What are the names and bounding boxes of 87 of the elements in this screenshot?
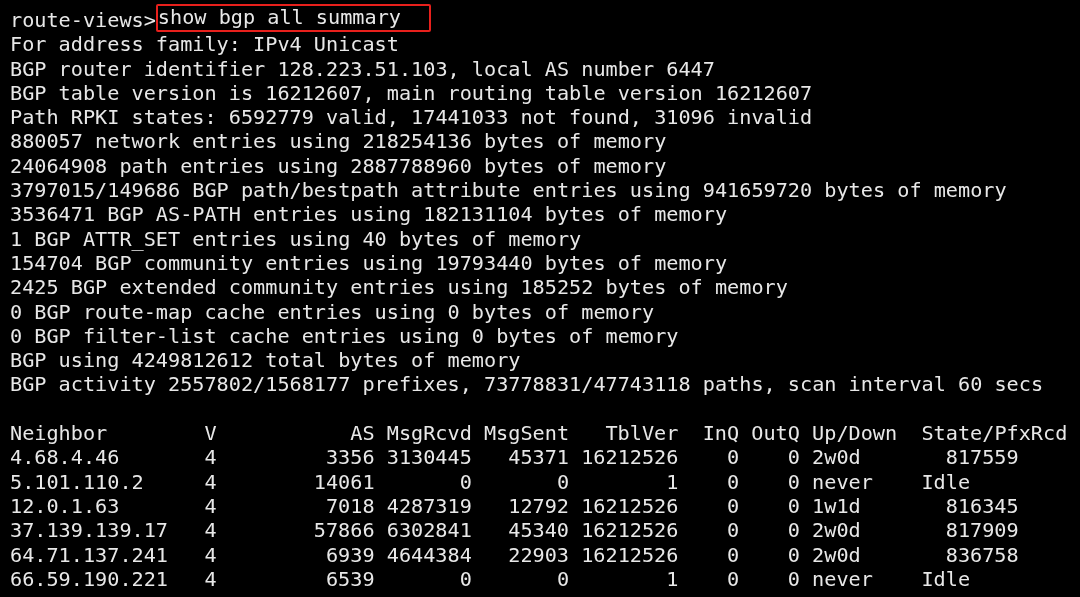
output-line: 3797015/149686 BGP path/bestpath attribute entries using 941659720 bytes of memory <box>10 178 1007 203</box>
table-cell: 16212526 <box>581 518 679 543</box>
table-cell: 0 <box>727 542 740 567</box>
column-header: AS <box>350 421 375 446</box>
table-cell: 4 <box>204 493 217 518</box>
table-cell: 1 <box>666 469 679 494</box>
table-cell: 7018 <box>325 493 375 518</box>
output-line: BGP activity 2557802/1568177 prefixes, 73778831/47743118 paths, scan interval 60 secs <box>10 372 1044 397</box>
table-cell: never <box>812 566 873 591</box>
output-line: 154704 BGP community entries using 19793440 bytes of memory <box>10 250 728 276</box>
column-header: OutQ <box>751 421 800 446</box>
table-cell: never <box>812 469 873 494</box>
table-cell: 4287319 <box>386 493 472 518</box>
column-header: Up/Down <box>812 421 898 446</box>
table-cell: 0 <box>727 493 740 518</box>
table-cell: 0 <box>727 566 740 591</box>
table-cell: 3130445 <box>386 445 472 470</box>
table-cell: 0 <box>459 469 472 494</box>
table-cell: 4 <box>204 566 217 591</box>
command-text: show bgp all summary <box>155 4 431 32</box>
table-cell: 4644384 <box>386 542 472 567</box>
output-line: For address family: IPv4 Unicast <box>10 32 399 57</box>
table-cell: 66.59.190.221 <box>10 566 168 591</box>
table-cell: 12792 <box>508 493 570 518</box>
table-cell: 45371 <box>508 445 570 470</box>
column-header: MsgRcvd <box>386 421 472 446</box>
table-cell: 4 <box>204 445 217 470</box>
table-cell: 64.71.137.241 <box>10 542 168 567</box>
table-cell: 37.139.139.17 <box>10 518 168 543</box>
table-cell: 0 <box>787 469 800 494</box>
output-line: 0 BGP route-map cache entries using 0 bytes of memory <box>10 299 655 324</box>
table-cell: 0 <box>727 518 740 543</box>
column-header: State/PfxRcd <box>921 421 1068 446</box>
table-cell-text: 816345 <box>944 493 1019 518</box>
table-cell: 0 <box>787 518 800 543</box>
table-cell: 4.68.4.46 <box>10 445 120 470</box>
table-cell: Idle <box>921 469 971 494</box>
output-line: BGP router identifier 128.223.51.103, local AS number 6447 <box>10 56 715 81</box>
table-cell: 5.101.110.2 <box>10 469 144 494</box>
output-line: 880057 network entries using 218254136 bytes of memory <box>10 129 667 154</box>
table-cell: 0 <box>727 445 740 470</box>
table-cell: 0 <box>787 566 800 591</box>
table-cell: 0 <box>727 469 740 494</box>
table-cell: 4 <box>204 469 217 494</box>
table-cell: 4 <box>204 518 217 543</box>
table-cell: 12.0.1.63 <box>10 493 120 518</box>
table-cell-text: 817559 <box>944 445 1019 470</box>
output-line: 2425 BGP extended community entries using 185252 bytes of memory <box>10 275 788 300</box>
column-header: Neighbor <box>10 421 108 446</box>
output-line: BGP using 4249812612 total bytes of memory <box>10 348 521 373</box>
table-cell: 14061 <box>313 469 375 494</box>
table-cell: 0 <box>787 542 800 567</box>
output-line: 3536471 BGP AS-PATH entries using 182131104 bytes of memory <box>10 202 728 227</box>
table-cell: 16212526 <box>581 445 679 470</box>
output-line: 0 BGP filter-list cache entries using 0 bytes of memory <box>10 323 679 349</box>
output-line: 24064908 path entries using 2887788960 bytes of memory <box>10 153 667 179</box>
table-cell: 16212526 <box>581 542 679 567</box>
column-header: InQ <box>702 421 740 446</box>
table-cell-text: 817909 <box>944 518 1019 543</box>
output-line: 1 BGP ATTR_SET entries using 40 bytes of memory <box>10 226 582 251</box>
table-cell: 0 <box>787 445 800 470</box>
table-cell: 0 <box>787 493 800 518</box>
column-header: V <box>204 421 217 446</box>
table-cell: Idle <box>921 566 971 591</box>
output-line: Path RPKI states: 6592779 valid, 17441033 not found, 31096 invalid <box>10 105 813 130</box>
table-cell: 2w0d <box>812 542 861 567</box>
table-cell: 6939 <box>325 542 375 567</box>
table-cell-text: 836758 <box>944 542 1019 567</box>
table-cell: 57866 <box>313 518 375 543</box>
table-cell: 4 <box>204 542 217 567</box>
table-cell: 1 <box>666 566 679 591</box>
table-cell: 22903 <box>508 542 570 567</box>
column-header: MsgSent <box>483 421 570 446</box>
table-cell: 2w0d <box>812 445 861 470</box>
prompt: route-views> <box>10 8 156 33</box>
table-cell: 6302841 <box>386 518 472 543</box>
table-cell: 45340 <box>508 518 570 543</box>
table-cell: 3356 <box>325 445 375 470</box>
table-cell: 6539 <box>325 566 375 591</box>
table-cell: 16212526 <box>581 493 679 518</box>
table-cell: 1w1d <box>812 493 861 518</box>
table-cell: 2w0d <box>812 518 861 543</box>
table-cell: 0 <box>556 469 570 494</box>
table-cell: 0 <box>556 566 570 591</box>
output-line: BGP table version is 16212607, main routing table version 16212607 <box>10 80 813 106</box>
table-cell: 0 <box>459 566 472 591</box>
column-header: TblVer <box>605 421 679 446</box>
